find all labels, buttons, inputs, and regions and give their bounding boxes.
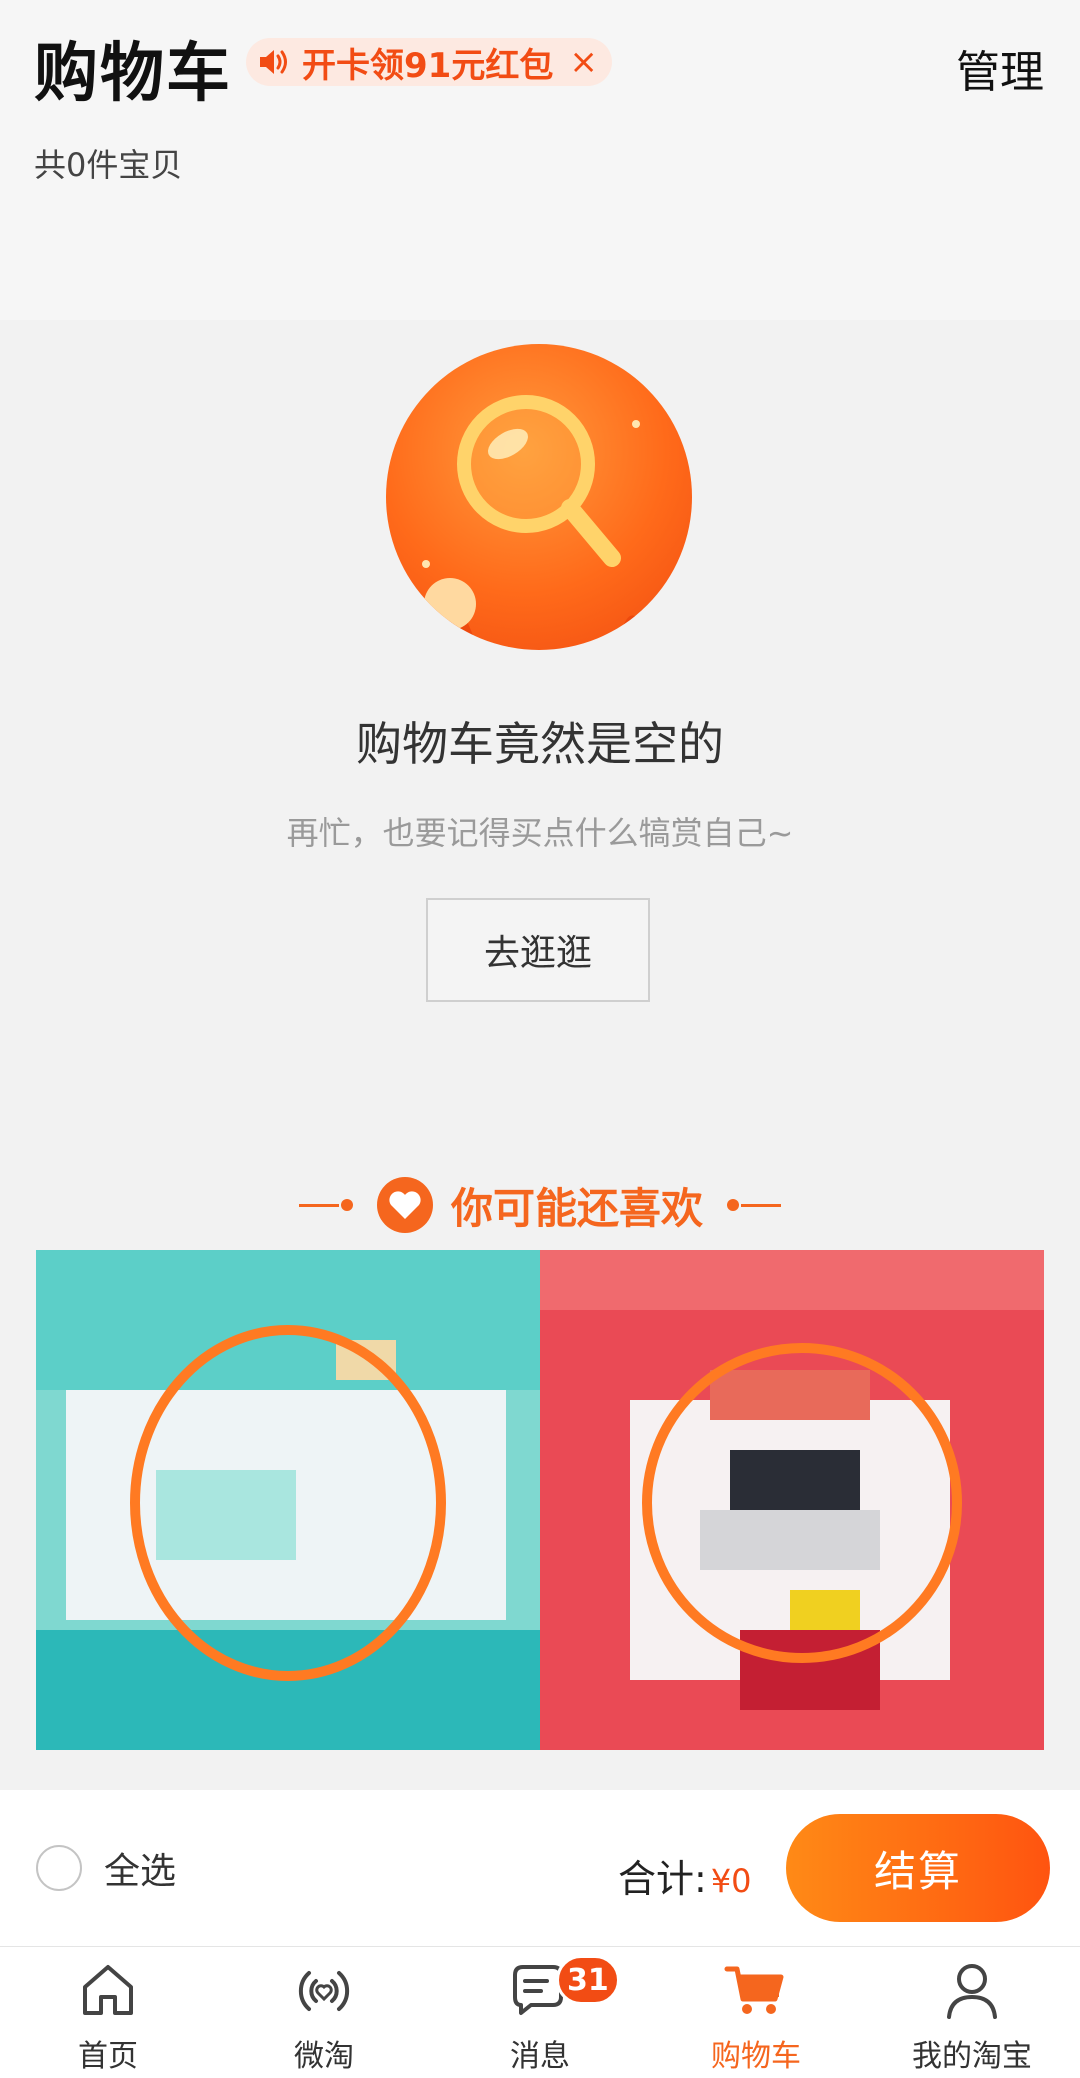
tab-label-profile: 我的淘宝 <box>912 2039 1032 2074</box>
feed-icon <box>298 1971 350 2011</box>
total-amount: ¥0 <box>710 1862 752 1900</box>
tab-home[interactable]: 首页 <box>0 1947 216 2078</box>
tab-label-messages: 消息 <box>510 2039 570 2074</box>
profile-icon <box>947 1964 997 2019</box>
product-card-1[interactable] <box>36 1250 540 1750</box>
message-badge: 31 <box>556 1955 620 2005</box>
product-card-2[interactable] <box>540 1250 1044 1750</box>
speaker-icon <box>260 50 287 74</box>
tab-cart[interactable]: 购物车 <box>648 1947 864 2078</box>
manage-button[interactable]: 管理 <box>956 36 1044 100</box>
empty-title: 购物车竟然是空的 <box>356 717 724 771</box>
total-label: 合计: <box>618 1857 707 1901</box>
tab-label-home: 首页 <box>78 2039 138 2074</box>
magnifier-illustration <box>386 344 692 650</box>
promo-text: 开卡领91元红包 <box>302 45 554 86</box>
checkout-button[interactable]: 结算 <box>786 1814 1050 1922</box>
home-icon <box>83 1965 133 2015</box>
item-count: 共0件宝贝 <box>34 146 183 184</box>
divider-left <box>298 1198 353 1211</box>
recommend-title: 你可能还喜欢 <box>450 1183 703 1233</box>
select-all-checkbox[interactable] <box>36 1845 82 1891</box>
heart-icon <box>376 1177 433 1233</box>
page-title: 购物车 <box>34 37 232 111</box>
cart-icon <box>724 1966 784 2014</box>
select-all[interactable]: 全选 <box>36 1842 176 1894</box>
select-all-label: 全选 <box>104 1851 177 1892</box>
checkout-bar: 全选 合计: ¥0 结算 <box>0 1790 1080 1946</box>
tab-feed[interactable]: 微淘 <box>216 1947 432 2078</box>
go-shopping-button[interactable]: 去逛逛 <box>426 898 650 1002</box>
tab-messages[interactable]: 31 消息 <box>432 1947 648 2078</box>
cart-header: 购物车 开卡领91元红包 × 管理 共0件宝贝 <box>0 0 1080 320</box>
tab-label-cart: 购物车 <box>711 2039 801 2074</box>
total: 合计: ¥0 <box>618 1848 752 1903</box>
promo-banner[interactable]: 开卡领91元红包 × <box>246 38 612 86</box>
recommend-heading: 你可能还喜欢 <box>0 1170 1080 1240</box>
tab-profile[interactable]: 我的淘宝 <box>864 1947 1080 2078</box>
close-icon[interactable]: × <box>569 42 598 82</box>
tab-label-feed: 微淘 <box>294 2039 354 2074</box>
divider-right <box>727 1198 781 1211</box>
empty-subtitle: 再忙，也要记得买点什么犒赏自己~ <box>286 814 794 852</box>
tab-bar: 首页 微淘 31 消息 购物车 我的淘宝 <box>0 1946 1080 2078</box>
